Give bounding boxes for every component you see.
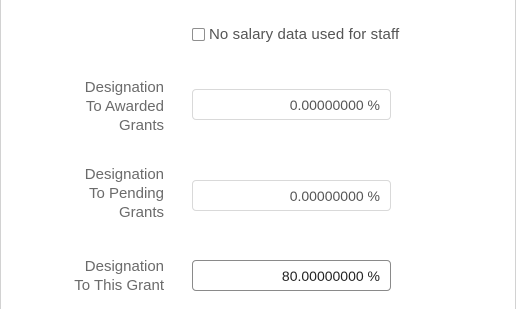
this-grant-input[interactable] bbox=[192, 260, 391, 291]
designation-form-panel: No salary data used for staff Designatio… bbox=[0, 0, 516, 309]
no-salary-data-checkbox-row[interactable]: No salary data used for staff bbox=[192, 26, 399, 43]
this-grant-label: Designation To This Grant bbox=[74, 258, 164, 294]
no-salary-data-checkbox[interactable] bbox=[192, 28, 205, 41]
awarded-grants-input[interactable] bbox=[192, 89, 391, 120]
pending-grants-input[interactable] bbox=[192, 180, 391, 211]
no-salary-data-label: No salary data used for staff bbox=[209, 26, 400, 43]
pending-grants-label: Designation To Pending Grants bbox=[84, 166, 164, 221]
awarded-grants-label: Designation To Awarded Grants bbox=[84, 79, 164, 134]
